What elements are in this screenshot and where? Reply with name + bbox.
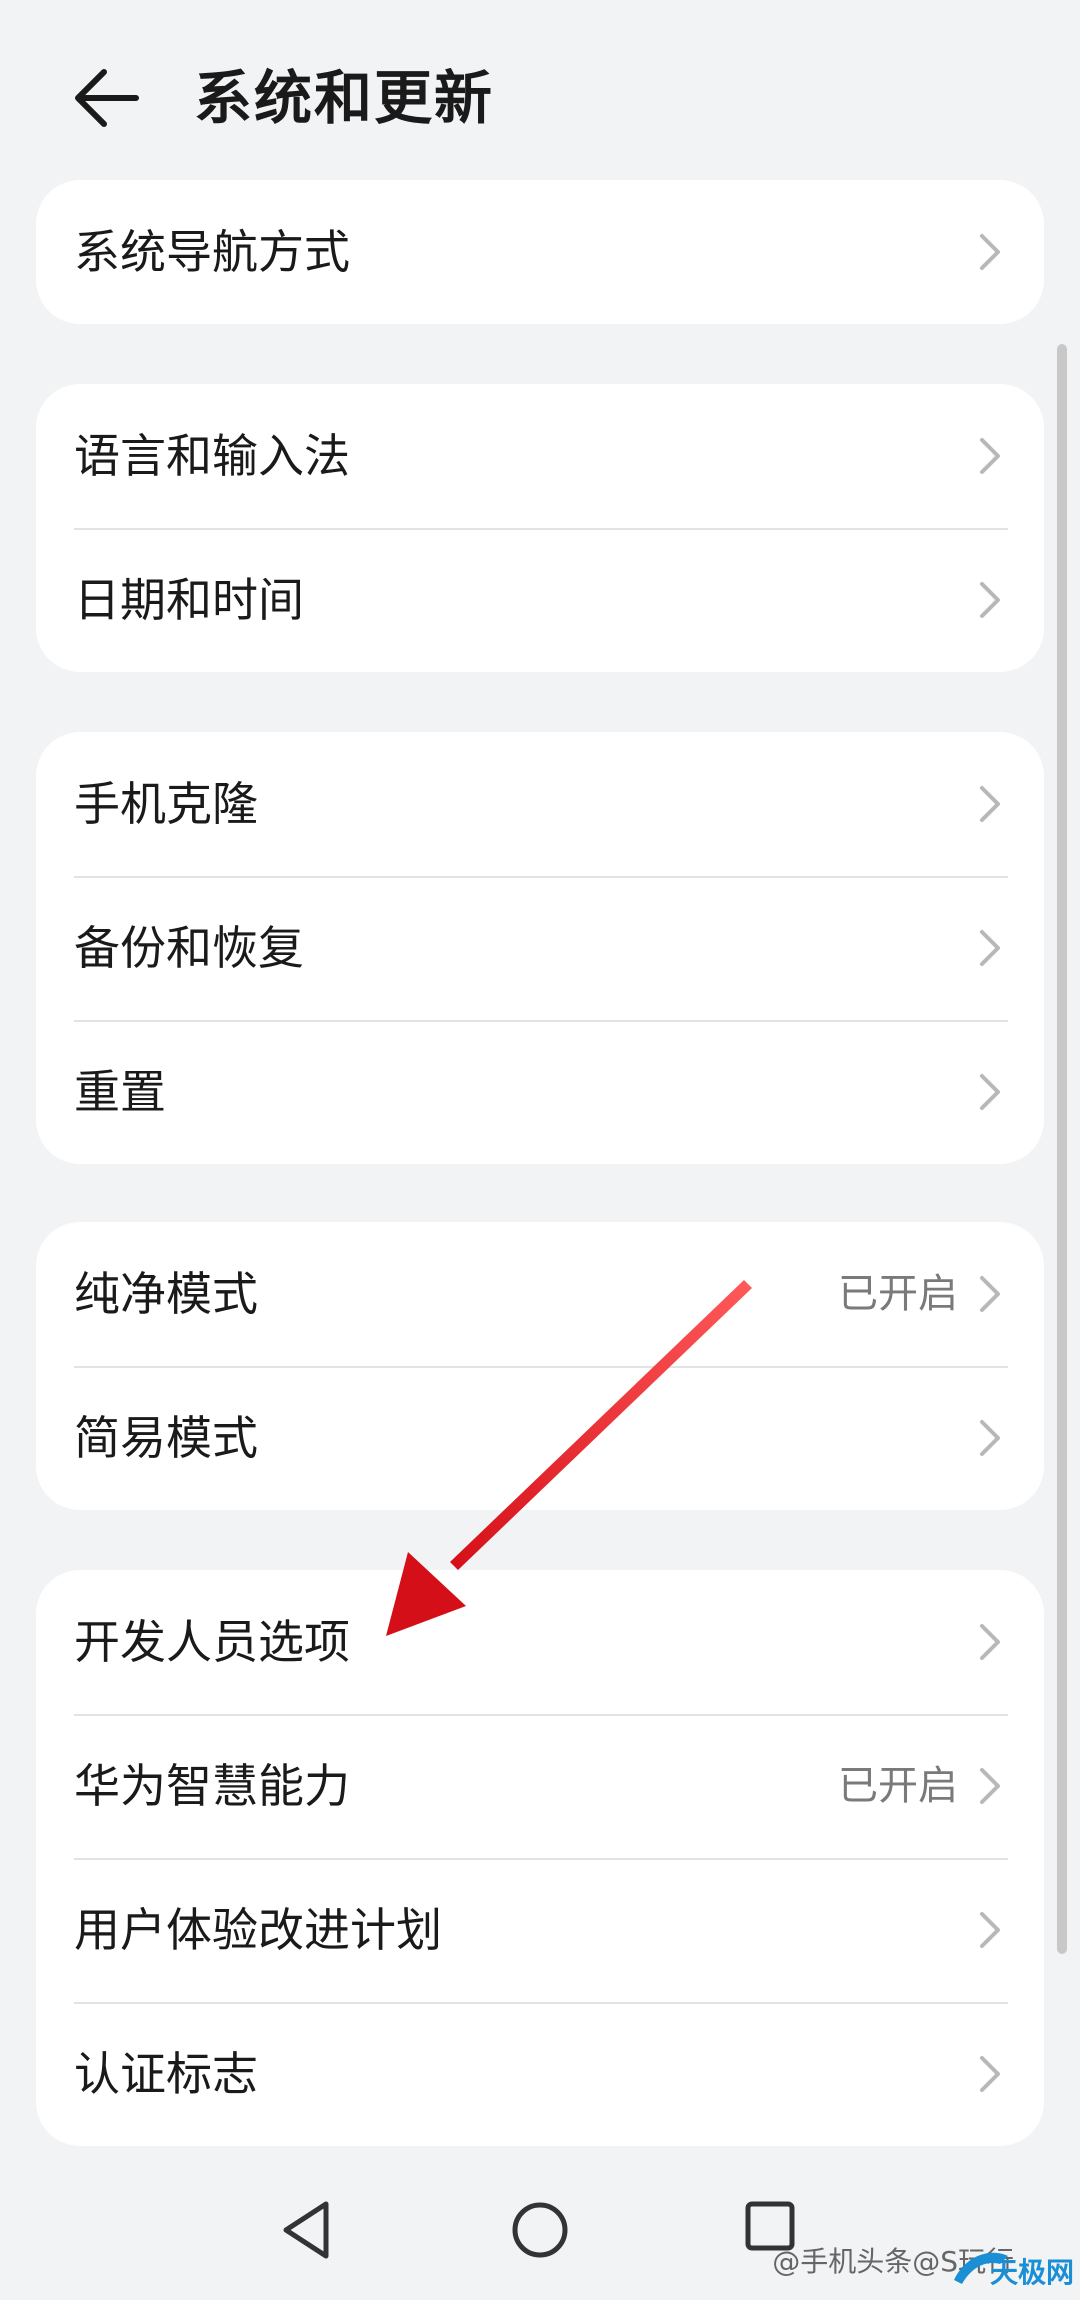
page-title: 系统和更新 bbox=[194, 64, 495, 132]
settings-card-developer: 开发人员选项 华为智慧能力 已开启 用户体验改进计划 认证标志 bbox=[36, 1570, 1044, 2146]
status-text: 已开启 bbox=[838, 1271, 958, 1317]
settings-card-navigation: 系统导航方式 bbox=[36, 180, 1044, 324]
chevron-right-icon bbox=[976, 2052, 1004, 2096]
chevron-right-icon bbox=[976, 782, 1004, 826]
chevron-right-icon bbox=[976, 230, 1004, 274]
settings-item-pure-mode[interactable]: 纯净模式 已开启 bbox=[36, 1222, 1044, 1366]
chevron-right-icon bbox=[976, 434, 1004, 478]
settings-item-label: 用户体验改进计划 bbox=[74, 1903, 442, 1957]
back-arrow-icon bbox=[75, 69, 139, 127]
settings-item-user-experience[interactable]: 用户体验改进计划 bbox=[36, 1858, 1044, 2002]
settings-item-label: 纯净模式 bbox=[74, 1267, 258, 1321]
chevron-right-icon bbox=[976, 1620, 1004, 1664]
settings-item-huawei-intelligence[interactable]: 华为智慧能力 已开启 bbox=[36, 1714, 1044, 1858]
settings-item-reset[interactable]: 重置 bbox=[36, 1020, 1044, 1164]
chevron-right-icon bbox=[976, 578, 1004, 622]
scrollbar[interactable] bbox=[1057, 344, 1067, 1954]
chevron-right-icon bbox=[976, 1070, 1004, 1114]
settings-item-label: 语言和输入法 bbox=[74, 429, 350, 483]
chevron-right-icon bbox=[976, 1416, 1004, 1460]
settings-card-backup: 手机克隆 备份和恢复 重置 bbox=[36, 732, 1044, 1164]
triangle-back-icon bbox=[283, 2201, 329, 2259]
chevron-right-icon bbox=[976, 1764, 1004, 1808]
settings-item-label: 重置 bbox=[74, 1065, 166, 1119]
settings-item-simple-mode[interactable]: 简易模式 bbox=[36, 1366, 1044, 1510]
settings-item-certification[interactable]: 认证标志 bbox=[36, 2002, 1044, 2146]
circle-home-icon bbox=[512, 2202, 568, 2258]
settings-item-developer-options[interactable]: 开发人员选项 bbox=[36, 1570, 1044, 1714]
settings-item-label: 手机克隆 bbox=[74, 777, 258, 831]
settings-item-label: 备份和恢复 bbox=[74, 921, 304, 975]
settings-card-modes: 纯净模式 已开启 简易模式 bbox=[36, 1222, 1044, 1510]
nav-home-button[interactable] bbox=[498, 2188, 582, 2272]
settings-item-system-navigation[interactable]: 系统导航方式 bbox=[36, 180, 1044, 324]
settings-item-label: 华为智慧能力 bbox=[74, 1759, 350, 1813]
settings-item-language-input[interactable]: 语言和输入法 bbox=[36, 384, 1044, 528]
settings-item-phone-clone[interactable]: 手机克隆 bbox=[36, 732, 1044, 876]
svg-text:天极网: 天极网 bbox=[990, 2256, 1074, 2289]
nav-back-button[interactable] bbox=[266, 2188, 350, 2272]
settings-item-label: 认证标志 bbox=[74, 2047, 258, 2101]
settings-item-backup-restore[interactable]: 备份和恢复 bbox=[36, 876, 1044, 1020]
settings-item-date-time[interactable]: 日期和时间 bbox=[36, 528, 1044, 672]
status-text: 已开启 bbox=[838, 1763, 958, 1809]
corner-logo: 天极网 bbox=[954, 2252, 1074, 2289]
chevron-right-icon bbox=[976, 926, 1004, 970]
header: 系统和更新 bbox=[0, 0, 1080, 180]
back-button[interactable] bbox=[64, 56, 148, 140]
chevron-right-icon bbox=[976, 1908, 1004, 1952]
settings-item-label: 系统导航方式 bbox=[74, 225, 350, 279]
settings-card-language-time: 语言和输入法 日期和时间 bbox=[36, 384, 1044, 672]
settings-item-label: 开发人员选项 bbox=[74, 1615, 350, 1669]
settings-item-label: 简易模式 bbox=[74, 1411, 258, 1465]
settings-item-label: 日期和时间 bbox=[74, 573, 304, 627]
chevron-right-icon bbox=[976, 1272, 1004, 1316]
